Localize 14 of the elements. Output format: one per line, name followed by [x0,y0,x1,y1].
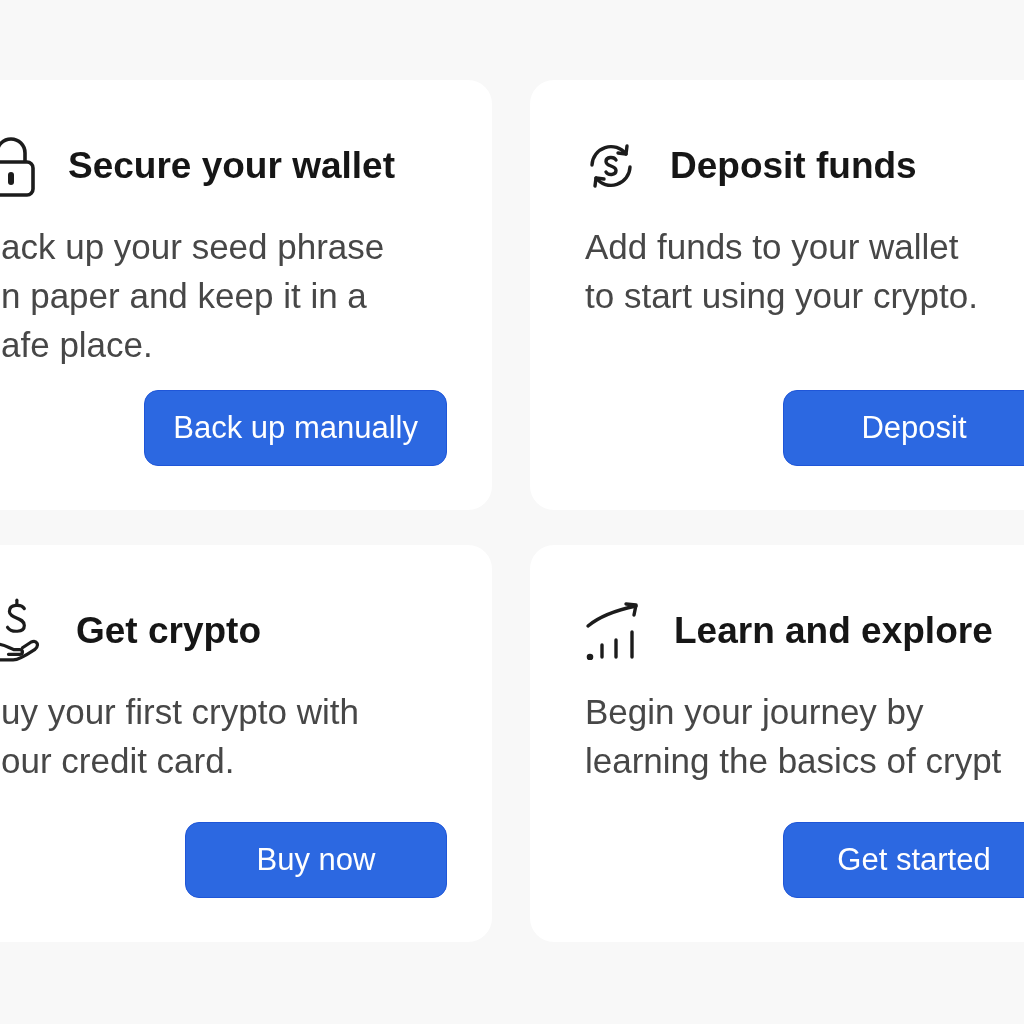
rising-chart-icon [585,602,641,660]
padlock-icon [0,135,35,197]
card-description: Begin your journey by learning the basics of crypt [585,691,1003,782]
action-button[interactable]: Deposit [783,390,1024,466]
card-title: Deposit funds [670,145,917,187]
action-button[interactable]: Back up manually [144,390,447,466]
card-title: Secure your wallet [68,145,395,187]
card-title: Get crypto [76,610,262,652]
card-description: ack up your seed phrase n paper and keep it in a afe place. [1,226,386,366]
card-title: Learn and explore [674,610,993,652]
card-description: uy your first crypto with our credit card. [1,691,360,782]
card-description: Add funds to your wallet to start using your crypto. [585,226,979,317]
action-button[interactable]: Buy now [185,822,447,898]
action-button[interactable]: Get started [783,822,1024,898]
